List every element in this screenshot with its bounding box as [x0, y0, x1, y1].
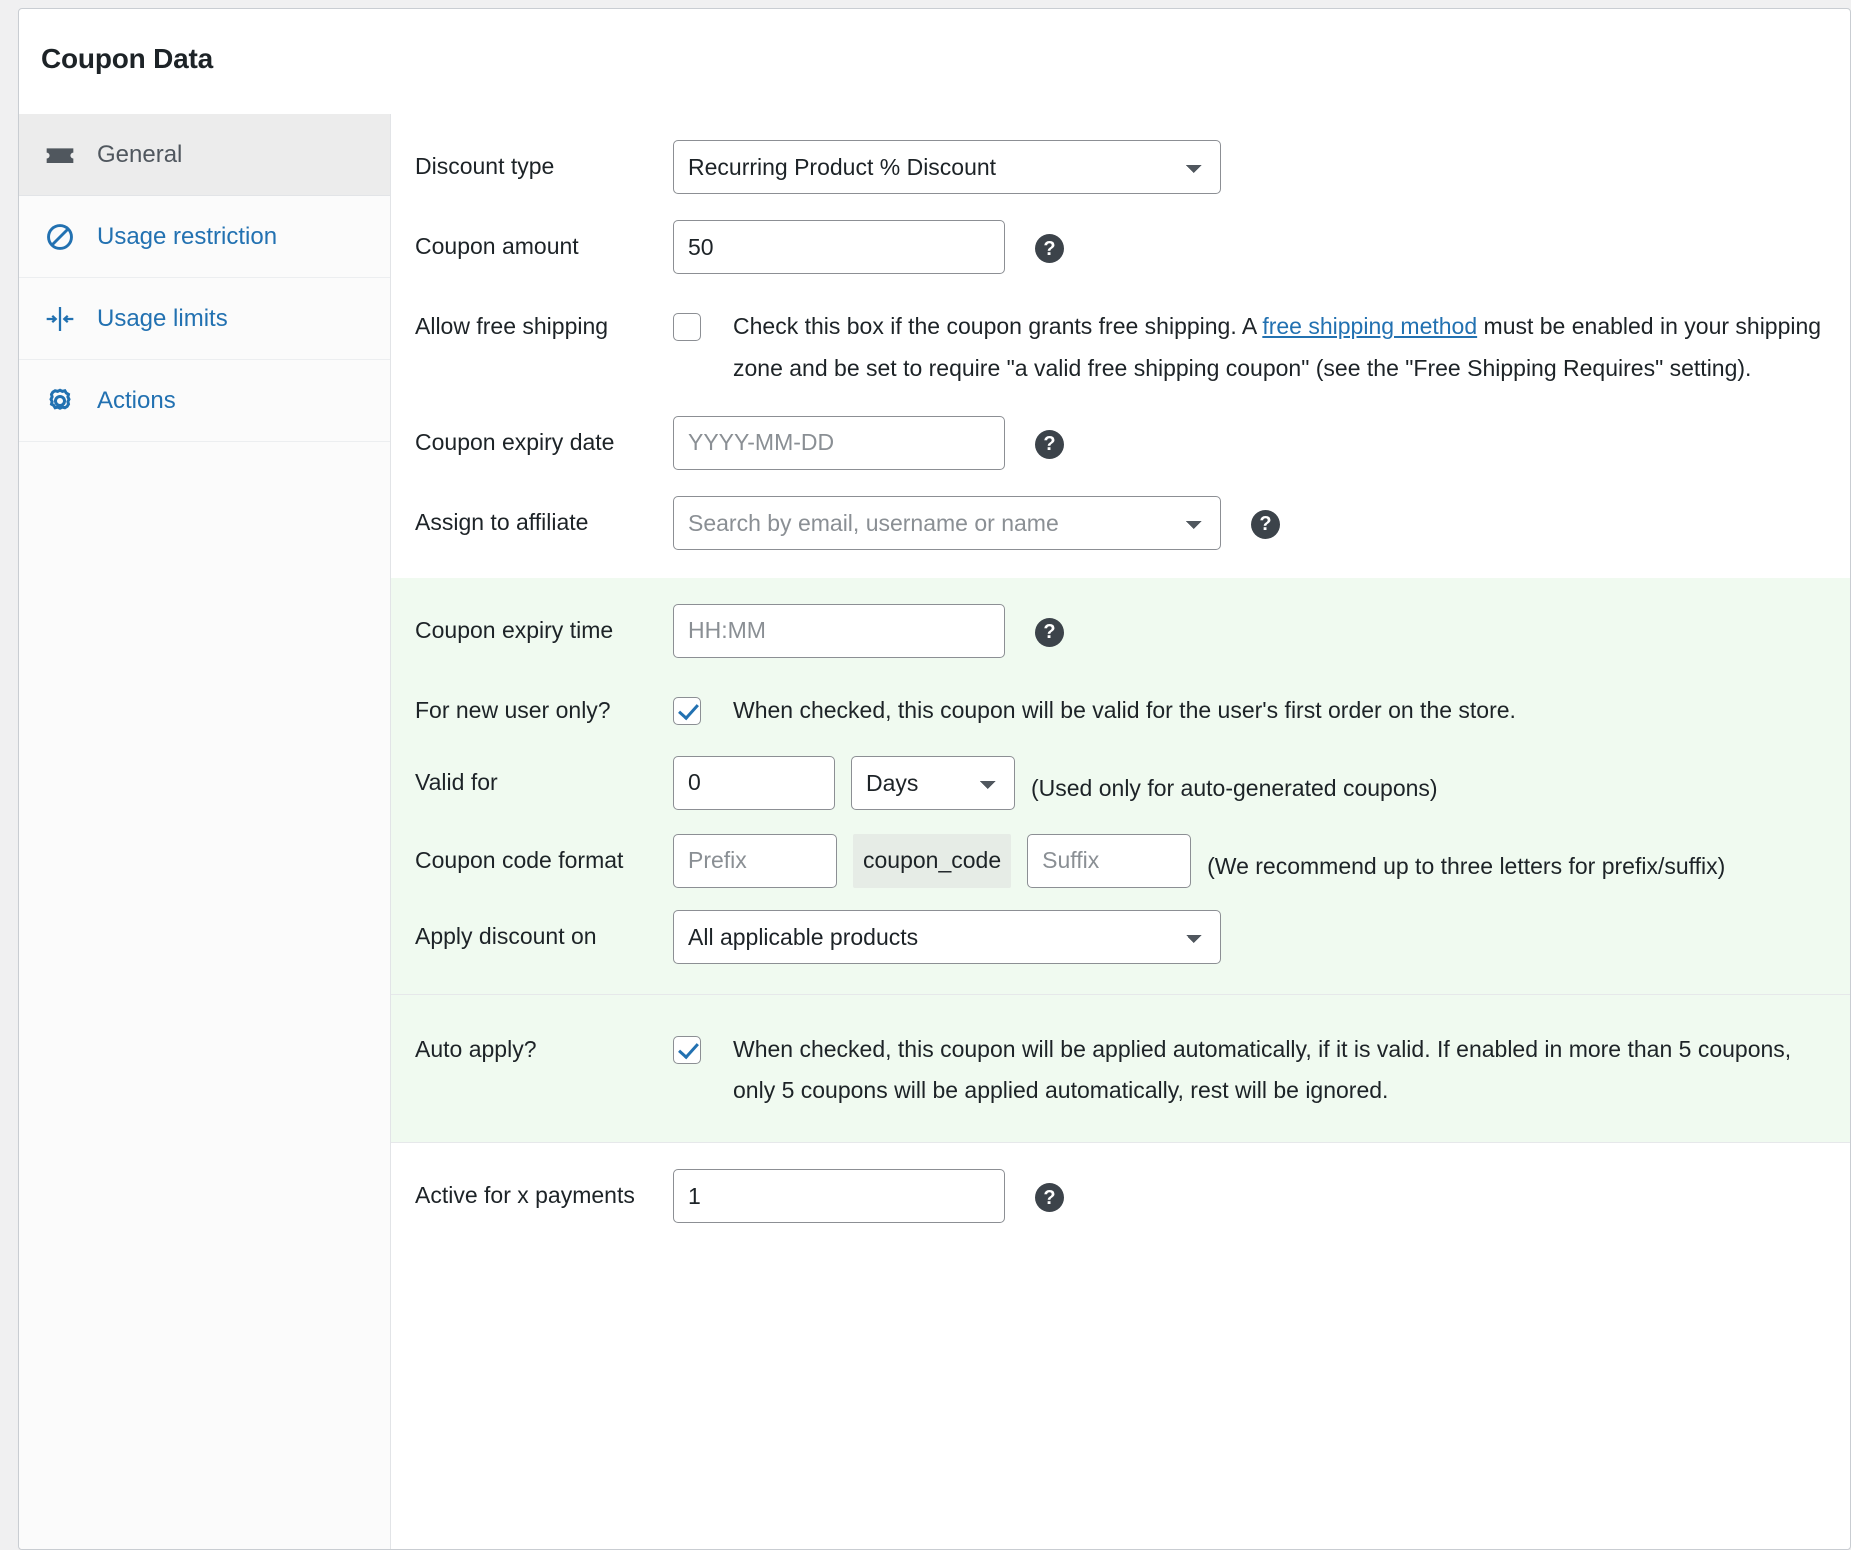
- assign-to-affiliate-select[interactable]: Search by email, username or name: [673, 495, 1221, 550]
- coupon-amount-help-icon[interactable]: ?: [1035, 234, 1064, 263]
- field-row-active-for-x-payments: Active for x payments ?: [391, 1143, 1850, 1249]
- coupon-code-placeholder-chip: coupon_code: [853, 833, 1012, 888]
- auto-apply-checkbox[interactable]: [673, 1035, 701, 1064]
- sidebar-item-label: General: [97, 140, 183, 168]
- auto-apply-section: Auto apply? When checked, this coupon wi…: [391, 993, 1850, 1143]
- auto-apply-label: Auto apply?: [415, 1035, 537, 1062]
- general-fields-section: Discount type Recurring Product % Discou…: [391, 114, 1850, 578]
- field-row-coupon-code-format: Coupon code format coupon_code (We recom…: [391, 833, 1850, 910]
- discount-type-label: Discount type: [415, 153, 555, 179]
- field-row-valid-for: Valid for Days (Used only for auto-gener…: [391, 755, 1850, 834]
- for-new-user-only-checkbox[interactable]: [673, 696, 701, 725]
- active-payments-section: Active for x payments ?: [391, 1142, 1850, 1249]
- field-row-allow-free-shipping: Allow free shipping Check this box if th…: [391, 300, 1850, 416]
- active-for-x-payments-label: Active for x payments: [415, 1182, 635, 1209]
- valid-for-label: Valid for: [415, 768, 498, 795]
- coupon-prefix-input[interactable]: [673, 833, 837, 888]
- active-for-x-payments-input[interactable]: [673, 1169, 1005, 1224]
- field-row-assign-to-affiliate: Assign to affiliate Search by email, use…: [391, 495, 1850, 578]
- apply-discount-on-select[interactable]: All applicable products: [673, 909, 1221, 964]
- coupon-data-tabs-sidebar: General Usage restriction Usage limits A…: [19, 114, 391, 1549]
- ticket-icon: [43, 138, 77, 172]
- sidebar-item-usage-limits[interactable]: Usage limits: [19, 278, 390, 360]
- coupon-amount-label: Coupon amount: [415, 233, 579, 259]
- general-tab-panel: Discount type Recurring Product % Discou…: [391, 114, 1850, 1549]
- valid-for-unit-select[interactable]: Days: [851, 755, 1015, 810]
- valid-for-note: (Used only for auto-generated coupons): [1031, 774, 1438, 801]
- coupon-code-format-label: Coupon code format: [415, 846, 624, 873]
- coupon-expiry-date-help-icon[interactable]: ?: [1035, 429, 1064, 459]
- field-row-coupon-expiry-date: Coupon expiry date ?: [391, 415, 1850, 496]
- for-new-user-only-label: For new user only?: [415, 696, 611, 723]
- subscription-fields-section: Coupon expiry time ? For new user only? …: [391, 577, 1850, 994]
- field-row-discount-type: Discount type Recurring Product % Discou…: [391, 114, 1850, 220]
- block-icon: [43, 220, 77, 254]
- for-new-user-only-description: When checked, this coupon will be valid …: [733, 696, 1516, 723]
- field-row-coupon-amount: Coupon amount ?: [391, 220, 1850, 300]
- field-row-apply-discount-on: Apply discount on All applicable product…: [391, 909, 1850, 994]
- coupon-suffix-input[interactable]: [1027, 833, 1192, 888]
- coupon-expiry-time-input[interactable]: [673, 603, 1005, 658]
- allow-free-shipping-label: Allow free shipping: [415, 313, 609, 339]
- gear-icon: [43, 384, 77, 418]
- field-row-auto-apply: Auto apply? When checked, this coupon wi…: [391, 995, 1850, 1143]
- sidebar-item-general[interactable]: General: [19, 114, 390, 196]
- field-row-coupon-expiry-time: Coupon expiry time ?: [391, 578, 1850, 684]
- discount-type-select[interactable]: Recurring Product % Discount: [673, 140, 1221, 194]
- free-shipping-text-before: Check this box if the coupon grants free…: [733, 313, 1263, 339]
- coupon-expiry-date-label: Coupon expiry date: [415, 428, 615, 455]
- coupon-code-format-note: (We recommend up to three letters for pr…: [1207, 852, 1726, 879]
- page-title: Coupon Data: [41, 43, 214, 74]
- sidebar-item-label: Usage limits: [97, 304, 228, 332]
- apply-discount-on-label: Apply discount on: [415, 922, 597, 949]
- sidebar-item-usage-restriction[interactable]: Usage restriction: [19, 196, 390, 278]
- field-row-for-new-user-only: For new user only? When checked, this co…: [391, 684, 1850, 756]
- valid-for-input[interactable]: [673, 755, 835, 810]
- panel-body: General Usage restriction Usage limits A…: [19, 114, 1850, 1549]
- allow-free-shipping-checkbox[interactable]: [673, 313, 701, 341]
- active-for-x-payments-help-icon[interactable]: ?: [1035, 1183, 1064, 1213]
- coupon-expiry-time-label: Coupon expiry time: [415, 616, 614, 643]
- sidebar-item-label: Usage restriction: [97, 222, 278, 250]
- auto-apply-description: When checked, this coupon will be applie…: [733, 1035, 1792, 1104]
- coupon-amount-input[interactable]: [673, 220, 1005, 274]
- allow-free-shipping-description: Check this box if the coupon grants free…: [733, 300, 1824, 390]
- coupon-expiry-time-help-icon[interactable]: ?: [1035, 617, 1064, 647]
- coupon-expiry-date-input[interactable]: [673, 415, 1005, 470]
- sidebar-item-label: Actions: [97, 386, 176, 414]
- limits-icon: [43, 302, 77, 336]
- free-shipping-method-link[interactable]: free shipping method: [1262, 313, 1477, 339]
- coupon-data-panel: Coupon Data General Usage restriction Us…: [18, 8, 1851, 1550]
- assign-to-affiliate-help-icon[interactable]: ?: [1251, 509, 1280, 539]
- sidebar-item-actions[interactable]: Actions: [19, 360, 390, 442]
- assign-to-affiliate-label: Assign to affiliate: [415, 508, 589, 535]
